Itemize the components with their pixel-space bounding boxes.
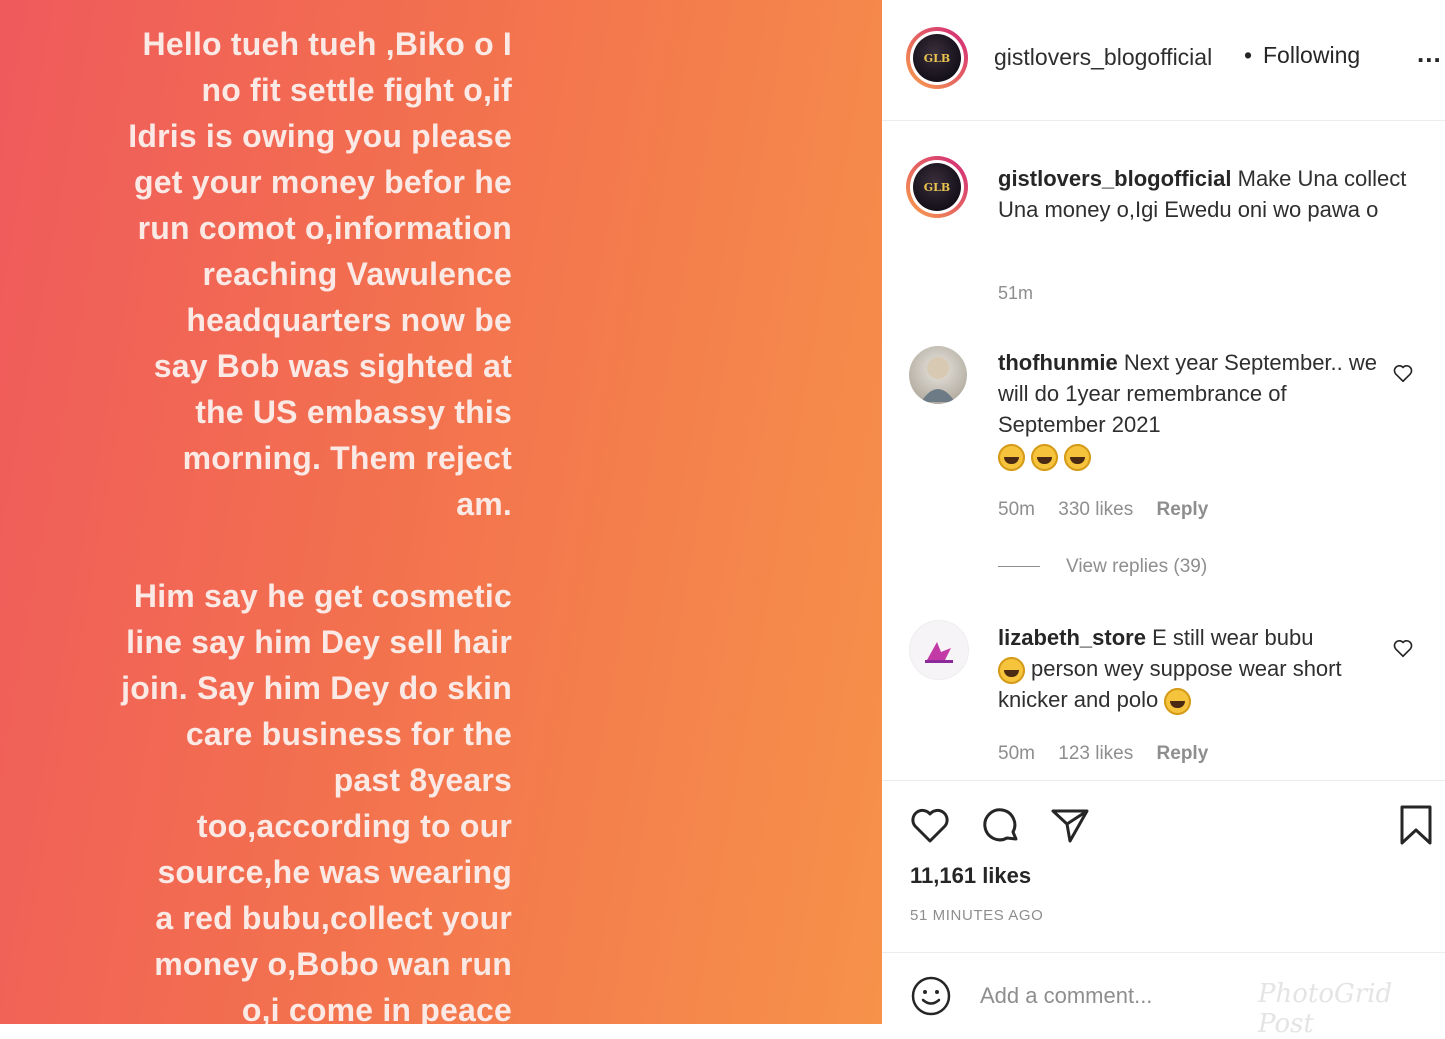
laughing-emoji-icon	[998, 443, 1025, 471]
story-line: say Bob was sighted at	[153, 348, 512, 384]
story-line: source,he was wearing	[157, 854, 512, 890]
story-line: line say him Dey sell hair	[126, 624, 512, 660]
story-line: Him say he get cosmetic	[133, 578, 512, 614]
story-line: a red bubu,collect your	[155, 900, 512, 936]
story-line: join. Say him Dey do skin	[121, 670, 512, 706]
following-button[interactable]: Following	[1263, 42, 1360, 69]
post-panel: GLB gistlovers_blogofficial • Following …	[882, 0, 1445, 1039]
story-line: morning. Them reject	[182, 440, 512, 476]
avatar-image: GLB	[913, 163, 961, 211]
story-line: past 8years	[333, 762, 512, 798]
story-line: Idris is owing you please	[128, 118, 512, 154]
post-timestamp[interactable]: 51 MINUTES AGO	[910, 907, 1043, 924]
more-options-icon[interactable]: ...	[1417, 38, 1442, 69]
header-username[interactable]: gistlovers_blogofficial	[994, 44, 1212, 71]
story-line: get your money befor he	[134, 164, 512, 200]
comment-time[interactable]: 50m	[998, 499, 1035, 520]
story-line: too,according to our	[196, 808, 512, 844]
comment-text: lizabeth_store E still wear bubu person …	[998, 622, 1378, 715]
laughing-emoji-icon	[1164, 687, 1192, 715]
caption-username[interactable]: gistlovers_blogofficial	[998, 166, 1232, 191]
likes-count[interactable]: 11,161 likes	[910, 863, 1031, 889]
story-line: no fit settle fight o,if	[201, 72, 512, 108]
story-line: run comot o,information	[137, 210, 512, 246]
laughing-emoji-icon	[998, 656, 1025, 684]
watermark: PhotoGrid Post	[1258, 979, 1393, 1039]
story-line: the US embassy this	[195, 394, 512, 430]
avatar-border: GLB	[910, 160, 964, 214]
view-replies-line	[998, 566, 1040, 568]
bookmark-icon[interactable]	[1394, 803, 1438, 847]
story-line: am.	[456, 486, 512, 522]
comment-like-heart-icon[interactable]	[1392, 362, 1414, 384]
heart-icon[interactable]	[908, 803, 952, 847]
story-line: money o,Bobo wan run	[154, 946, 512, 982]
avatar-border: GLB	[910, 31, 964, 85]
story-line: reaching Vawulence	[202, 256, 512, 292]
emoji-picker-icon[interactable]	[910, 975, 952, 1017]
comment-text: thofhunmie Next year September.. we will…	[998, 347, 1378, 471]
laughing-emoji-icon	[1031, 443, 1058, 471]
story-image: Hello tueh tueh ,Biko o I no fit settle …	[0, 0, 882, 1024]
story-paragraph-2: Him say he get cosmetic line say him Dey…	[72, 573, 512, 1024]
header-separator: •	[1244, 42, 1253, 68]
view-replies-label[interactable]: View replies (39)	[1066, 556, 1207, 577]
caption-avatar[interactable]: GLB	[906, 156, 968, 218]
story-line: care business for the	[185, 716, 512, 752]
view-replies[interactable]: View replies (39)	[998, 556, 1207, 578]
share-icon[interactable]	[1048, 803, 1092, 847]
avatar-image: GLB	[913, 34, 961, 82]
laughing-emoji-icon	[1064, 443, 1091, 471]
comment-input[interactable]: Add a comment...	[980, 983, 1152, 1009]
post-header: GLB gistlovers_blogofficial • Following …	[882, 0, 1445, 121]
reply-button[interactable]: Reply	[1157, 499, 1209, 520]
avatar[interactable]: GLB	[906, 27, 968, 89]
add-comment-bar: Add a comment... PhotoGrid Post	[882, 952, 1445, 1039]
reply-button[interactable]: Reply	[1157, 743, 1209, 764]
caption-timestamp[interactable]: 51m	[998, 283, 1033, 304]
comment-meta: 50m 123 likes Reply	[998, 743, 1226, 765]
action-bar: 11,161 likes 51 MINUTES AGO	[882, 780, 1445, 951]
comment-likes[interactable]: 123 likes	[1058, 743, 1133, 764]
comment-time[interactable]: 50m	[998, 743, 1035, 764]
user-photo-icon	[921, 357, 955, 402]
story-line: headquarters now be	[186, 302, 512, 338]
comment-avatar[interactable]	[909, 346, 967, 404]
story-line: Hello tueh tueh ,Biko o I	[142, 26, 512, 62]
story-paragraph-1: Hello tueh tueh ,Biko o I no fit settle …	[72, 21, 512, 527]
comment-avatar[interactable]	[909, 620, 969, 680]
comment-meta: 50m 330 likes Reply	[998, 499, 1226, 521]
comment-like-heart-icon[interactable]	[1392, 637, 1414, 659]
store-logo-icon	[925, 642, 953, 663]
comment-username[interactable]: thofhunmie	[998, 350, 1118, 375]
comment-likes[interactable]: 330 likes	[1058, 499, 1133, 520]
comment-icon[interactable]	[978, 803, 1022, 847]
caption-text: gistlovers_blogofficial Make Una collect…	[998, 163, 1418, 225]
comment-body: E still wear bubu	[1152, 625, 1314, 650]
comment-username[interactable]: lizabeth_store	[998, 625, 1146, 650]
story-line: o,i come in peace	[241, 992, 512, 1024]
